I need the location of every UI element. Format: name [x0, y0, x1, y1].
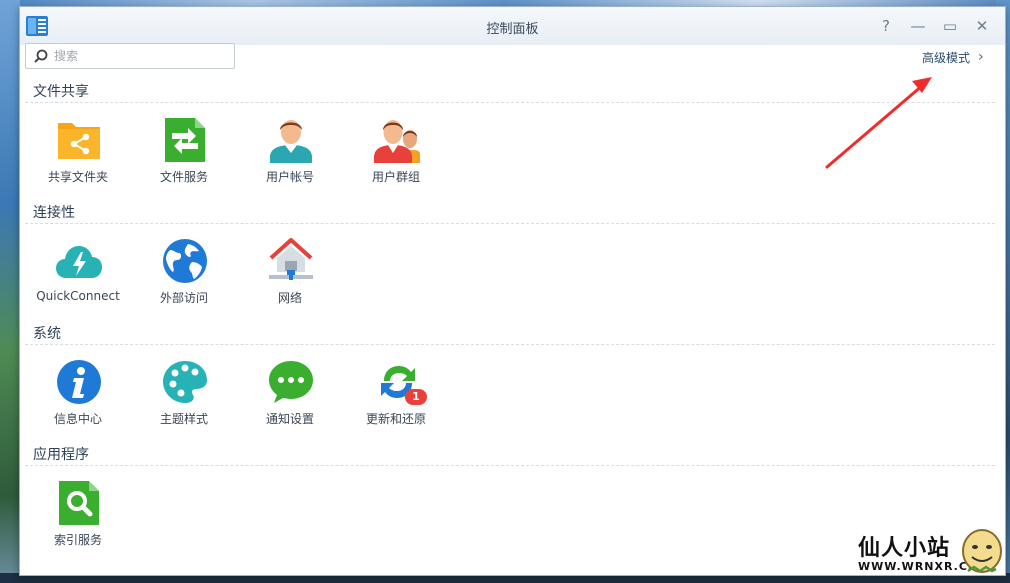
item-label: 更新和还原	[365, 412, 426, 426]
item-label: 网络	[277, 291, 302, 305]
quickconnect-icon	[56, 246, 102, 278]
watermark-name: 仙人小站	[858, 535, 951, 561]
section-divider	[25, 344, 995, 345]
search-icon	[34, 49, 48, 63]
item-label: 共享文件夹	[47, 170, 108, 184]
annotation-arrow-icon	[825, 77, 932, 169]
item-info-center[interactable]: 信息中心	[25, 359, 131, 435]
section-title-connectivity: 连接性	[33, 205, 75, 221]
chevron-right-icon: ›	[978, 49, 984, 65]
info-icon	[57, 360, 101, 404]
section-divider	[25, 223, 995, 224]
section-title-file-sharing: 文件共享	[33, 84, 89, 100]
section-title-system: 系统	[33, 326, 61, 342]
update-badge: 1	[405, 389, 427, 405]
item-label: QuickConnect	[36, 289, 120, 303]
help-button[interactable]: ?	[876, 16, 896, 36]
item-label: 通知设置	[265, 412, 314, 426]
item-external-access[interactable]: 外部访问	[131, 238, 237, 314]
file-services-icon	[165, 118, 205, 162]
section-divider	[25, 465, 995, 466]
user-icon	[270, 120, 312, 163]
item-label: 主题样式	[159, 412, 208, 426]
item-quickconnect[interactable]: QuickConnect	[25, 238, 131, 314]
desktop-left-edge	[0, 0, 20, 583]
item-label: 文件服务	[159, 170, 208, 184]
item-theme[interactable]: 主题样式	[131, 359, 237, 435]
item-label: 外部访问	[159, 291, 208, 305]
item-update-restore[interactable]: 1 更新和还原	[343, 359, 449, 435]
group-icon	[374, 120, 420, 163]
title-bar[interactable]: 控制面板 ? — ▭ ✕	[20, 7, 1005, 45]
advanced-mode-link[interactable]: 高级模式 ›	[922, 49, 984, 66]
item-user-account[interactable]: 用户帐号	[237, 117, 343, 193]
window-title: 控制面板	[486, 22, 539, 37]
item-shared-folder[interactable]: 共享文件夹	[25, 117, 131, 193]
maximize-button[interactable]: ▭	[940, 16, 960, 36]
item-file-services[interactable]: 文件服务	[131, 117, 237, 193]
item-indexing-service[interactable]: 索引服务	[25, 480, 131, 556]
globe-icon	[163, 239, 207, 283]
chat-bubble-icon	[269, 361, 313, 403]
item-label: 信息中心	[53, 412, 102, 426]
minimize-button[interactable]: —	[908, 16, 928, 36]
shared-folder-icon	[58, 123, 100, 159]
index-search-icon	[59, 481, 99, 525]
search-input[interactable]	[54, 47, 224, 65]
network-house-icon	[269, 238, 313, 280]
search-box[interactable]	[25, 43, 235, 69]
item-network[interactable]: 网络	[237, 238, 343, 314]
item-user-group[interactable]: 用户群组	[343, 117, 449, 193]
item-label: 索引服务	[53, 533, 102, 547]
palette-icon	[163, 361, 207, 403]
advanced-mode-label: 高级模式	[922, 51, 971, 65]
item-notification[interactable]: 通知设置	[237, 359, 343, 435]
item-label: 用户群组	[371, 170, 420, 184]
close-button[interactable]: ✕	[972, 16, 992, 36]
mascot-face-icon	[962, 529, 1002, 573]
watermark-logo: 仙人小站 WWW.WRNXR.CN	[858, 527, 1008, 579]
control-panel-window: 控制面板 ? — ▭ ✕ 高级模式 › 文件共享 共享文件夹	[19, 6, 1006, 576]
item-label: 用户帐号	[265, 170, 314, 184]
section-title-applications: 应用程序	[33, 447, 89, 463]
